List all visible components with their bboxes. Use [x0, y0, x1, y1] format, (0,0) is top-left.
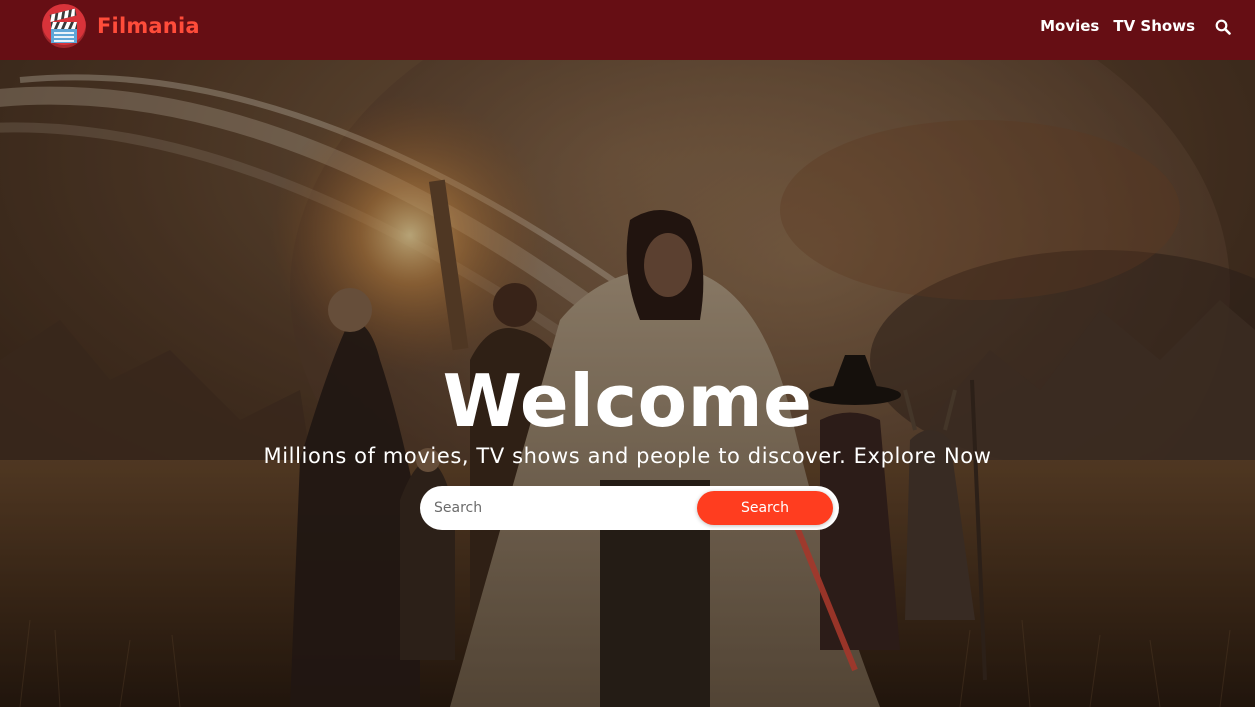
hero-search-bar: Search	[420, 486, 839, 530]
hero-title: Welcome	[442, 359, 813, 443]
clapperboard-icon	[42, 4, 86, 48]
nav-tv-shows-link[interactable]: TV Shows	[1113, 17, 1195, 35]
brand-logo-link[interactable]: Filmania	[42, 4, 200, 48]
brand-name: Filmania	[97, 14, 200, 38]
hero-tagline: Millions of movies, TV shows and people …	[263, 444, 992, 468]
hero-content: Welcome Millions of movies, TV shows and…	[0, 60, 1255, 707]
hero-section: Welcome Millions of movies, TV shows and…	[0, 60, 1255, 707]
main-nav: Movies TV Shows	[1040, 17, 1231, 35]
hero-search-button[interactable]: Search	[697, 491, 833, 525]
top-navbar: Filmania Movies TV Shows	[0, 0, 1255, 60]
hero-search-input[interactable]	[434, 494, 694, 522]
nav-movies-link[interactable]: Movies	[1040, 17, 1099, 35]
search-icon[interactable]	[1215, 19, 1231, 35]
